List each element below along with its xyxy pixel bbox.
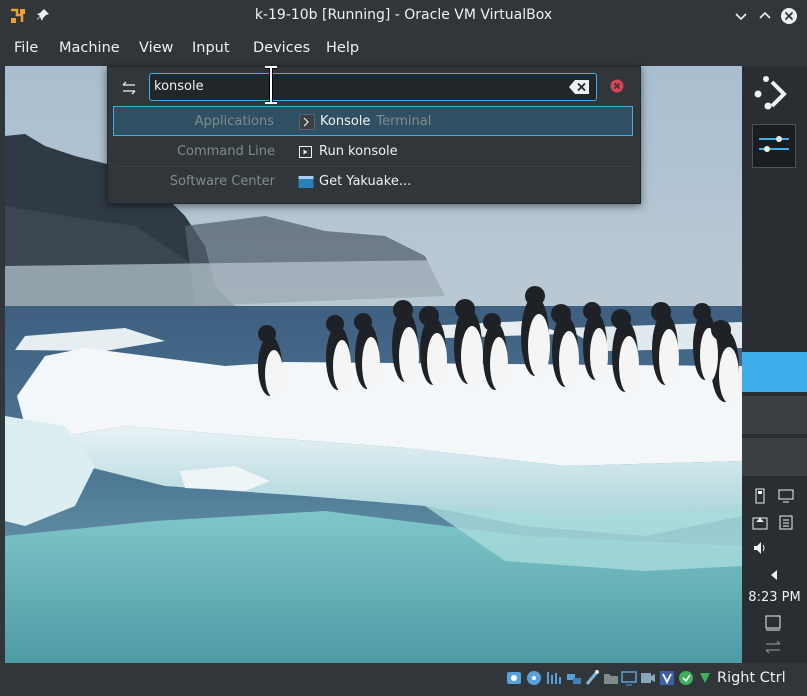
keyboard-capture-icon[interactable] <box>697 669 713 687</box>
show-desktop-icon[interactable] <box>764 614 782 632</box>
result-category: Applications <box>194 114 274 129</box>
menu-machine[interactable]: Machine <box>59 40 120 56</box>
result-row-get-yakuake[interactable]: Software Center Get Yakuake... <box>113 167 633 197</box>
plasma-panel: 8:23 PM <box>742 66 807 663</box>
display-icon[interactable] <box>621 669 637 687</box>
network-icon[interactable] <box>566 669 582 687</box>
task-window-2[interactable] <box>742 396 807 434</box>
close-window-icon[interactable] <box>780 7 798 25</box>
clock[interactable]: 8:23 PM <box>742 590 807 605</box>
result-row-konsole[interactable]: Applications Konsole Terminal <box>113 106 633 136</box>
shared-folder-icon[interactable] <box>603 669 619 687</box>
configure-icon[interactable] <box>120 79 138 97</box>
konsole-app-icon <box>299 114 315 130</box>
maximize-icon[interactable] <box>756 7 774 25</box>
menu-view[interactable]: View <box>139 40 173 56</box>
host-key-label[interactable]: Right Ctrl <box>717 670 786 686</box>
panel-settings-icon[interactable] <box>764 640 782 654</box>
result-label: Konsole <box>320 114 371 129</box>
audio-icon[interactable] <box>546 669 562 687</box>
clear-text-icon[interactable] <box>568 79 590 95</box>
sliders-icon <box>759 136 789 152</box>
usb-icon[interactable] <box>584 669 600 687</box>
result-category: Software Center <box>169 174 275 189</box>
menu-devices[interactable]: Devices <box>253 40 310 56</box>
clipboard-icon[interactable] <box>778 514 794 530</box>
optical-drive-icon[interactable] <box>526 669 542 687</box>
vm-statusbar: Right Ctrl <box>0 663 807 696</box>
menu-file[interactable]: File <box>14 40 38 56</box>
text-cursor-icon <box>265 66 277 104</box>
result-category: Command Line <box>176 144 275 159</box>
task-active-window[interactable] <box>742 352 807 392</box>
package-updates-icon[interactable] <box>752 514 768 530</box>
volume-icon[interactable] <box>752 540 768 556</box>
pager-widget[interactable] <box>752 124 796 168</box>
window-titlebar: k-19-10b [Running] - Oracle VM VirtualBo… <box>0 0 807 32</box>
result-sublabel: Terminal <box>376 114 432 129</box>
expand-tray-icon[interactable] <box>768 568 780 582</box>
hard-disk-icon[interactable] <box>506 669 522 687</box>
mouse-integration-icon[interactable] <box>678 669 694 687</box>
run-command-icon <box>299 146 312 158</box>
application-launcher-icon[interactable] <box>752 72 794 112</box>
result-label: Run konsole <box>319 144 398 159</box>
menubar: File Machine View Input Devices Help <box>0 32 807 66</box>
window-title: k-19-10b [Running] - Oracle VM VirtualBo… <box>254 7 553 23</box>
menu-input[interactable]: Input <box>192 40 230 56</box>
search-input[interactable] <box>154 76 554 96</box>
software-center-icon <box>298 176 314 188</box>
menu-help[interactable]: Help <box>326 40 359 56</box>
display-config-icon[interactable] <box>778 488 794 504</box>
task-window-3[interactable] <box>742 438 807 476</box>
close-krunner-icon[interactable] <box>610 79 624 93</box>
krunner-dialog: Applications Konsole Terminal Command Lin… <box>107 66 641 204</box>
vt-x-icon[interactable] <box>659 669 675 687</box>
result-label: Get Yakuake... <box>319 174 412 189</box>
usb-device-icon[interactable] <box>752 488 768 504</box>
result-row-run-konsole[interactable]: Command Line Run konsole <box>113 137 633 167</box>
minimize-icon[interactable] <box>732 7 750 25</box>
recording-icon[interactable] <box>640 669 656 687</box>
search-field[interactable] <box>149 73 597 101</box>
